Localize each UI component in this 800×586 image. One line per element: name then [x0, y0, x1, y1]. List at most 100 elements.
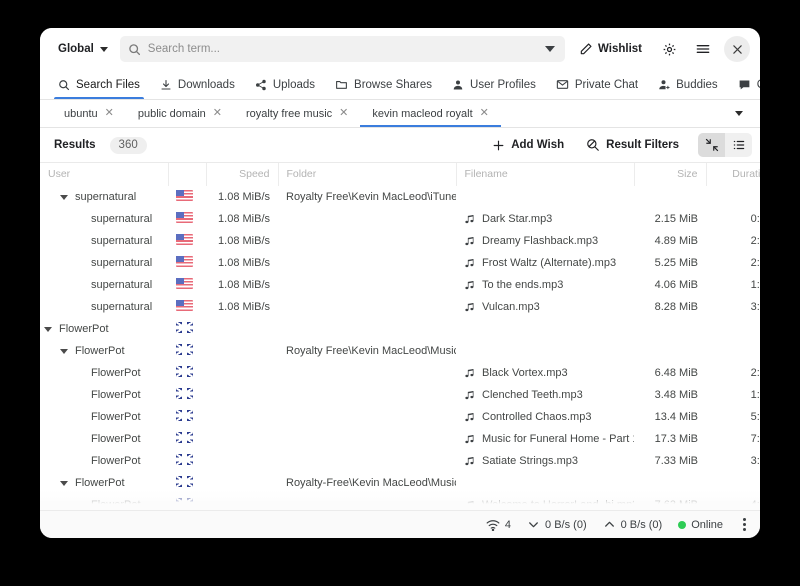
upload-rate-label: 0 B/s (0) [621, 519, 663, 531]
cell-speed [206, 384, 278, 406]
cell-folder [278, 296, 456, 318]
list-view-button[interactable] [725, 133, 752, 157]
cell-filename: Dreamy Flashback.mp3 [456, 230, 634, 252]
table-row[interactable]: FlowerPotRoyalty-Free\Kevin MacLeod\Musi… [40, 472, 760, 494]
table-row[interactable]: supernatural1.08 MiB/sDark Star.mp32.15 … [40, 208, 760, 230]
chevron-down-icon [527, 518, 540, 531]
pencil-icon [579, 42, 593, 56]
search-bar[interactable] [120, 36, 565, 62]
table-row[interactable]: FlowerPot [40, 318, 760, 340]
tab-chat-rooms[interactable]: Chat Rooms [728, 70, 760, 99]
tab-browse-shares[interactable]: Browse Shares [325, 70, 442, 99]
table-row[interactable]: FlowerPotClenched Teeth.mp33.48 MiB1:31 [40, 384, 760, 406]
file-name: Controlled Chaos.mp3 [482, 411, 591, 423]
cell-filename: Dark Star.mp3 [456, 208, 634, 230]
cell-duration [706, 340, 760, 362]
tab-user-profiles[interactable]: User Profiles [442, 70, 546, 99]
table-row[interactable]: supernatural1.08 MiB/sVulcan.mp38.28 MiB… [40, 296, 760, 318]
user-name: FlowerPot [91, 389, 141, 401]
close-icon[interactable]: ✕ [105, 108, 114, 119]
cell-country-flag [168, 494, 206, 510]
column-header-speed[interactable]: Speed [206, 163, 278, 186]
results-table: User Speed Folder Filename Size Duration… [40, 163, 760, 510]
cell-filename [456, 318, 634, 340]
search-tab-kevin-macleod-royalt[interactable]: kevin macleod royalt ✕ [360, 100, 501, 127]
collapse-all-button[interactable] [698, 133, 725, 157]
close-icon[interactable]: ✕ [339, 108, 348, 119]
cell-duration: 2:16 [706, 252, 760, 274]
user-name: FlowerPot [91, 367, 141, 379]
table-row[interactable]: FlowerPotBlack Vortex.mp36.48 MiB2:49 [40, 362, 760, 384]
results-label: Results [54, 139, 96, 151]
download-icon [160, 79, 172, 91]
connections-status[interactable]: 4 [486, 519, 511, 531]
result-filters-button[interactable]: Result Filters [579, 134, 686, 156]
cell-user: FlowerPot [40, 362, 168, 384]
column-header-folder[interactable]: Folder [278, 163, 456, 186]
cell-size: 7.33 MiB [634, 450, 706, 472]
status-menu-button[interactable] [739, 515, 750, 534]
settings-button[interactable] [656, 36, 682, 62]
table-row[interactable]: FlowerPotMusic for Funeral Home - Part 1… [40, 428, 760, 450]
connection-status[interactable]: Online [678, 519, 723, 531]
cell-speed [206, 340, 278, 362]
table-row[interactable]: FlowerPotWelcome to HorrorLand -hi.mp37.… [40, 494, 760, 510]
results-table-container[interactable]: User Speed Folder Filename Size Duration… [40, 162, 760, 510]
search-scope-selector[interactable]: Global [54, 39, 112, 59]
wishlist-button[interactable]: Wishlist [573, 38, 648, 60]
table-row[interactable]: supernatural1.08 MiB/sTo the ends.mp34.0… [40, 274, 760, 296]
search-tab-label: ubuntu [64, 108, 98, 120]
expander-triangle-icon[interactable] [44, 327, 52, 332]
dot [743, 523, 746, 526]
expander-triangle-icon[interactable] [60, 195, 68, 200]
expander-triangle-icon[interactable] [60, 349, 68, 354]
column-header-size[interactable]: Size [634, 163, 706, 186]
tab-private-chat[interactable]: Private Chat [546, 70, 648, 99]
main-menu-button[interactable] [690, 36, 716, 62]
expander-triangle-icon[interactable] [60, 481, 68, 486]
column-header-filename[interactable]: Filename [456, 163, 634, 186]
connections-count: 4 [505, 519, 511, 531]
cell-folder [278, 428, 456, 450]
tab-buddies[interactable]: Buddies [648, 70, 728, 99]
cell-size: 13.4 MiB [634, 406, 706, 428]
table-row[interactable]: FlowerPotRoyalty Free\Kevin MacLeod\Musi… [40, 340, 760, 362]
results-table-header: User Speed Folder Filename Size Duration [40, 163, 760, 186]
flag-us-icon [176, 278, 193, 289]
table-row[interactable]: FlowerPotControlled Chaos.mp313.4 MiB5:5… [40, 406, 760, 428]
tab-overflow-button[interactable] [726, 100, 752, 127]
cell-duration: 7:33 [706, 428, 760, 450]
tab-uploads[interactable]: Uploads [245, 70, 325, 99]
cell-folder: Royalty Free\Kevin MacLeod\Music\ [278, 340, 456, 362]
tab-label: Private Chat [575, 79, 638, 91]
add-wish-button[interactable]: Add Wish [485, 135, 571, 156]
search-tab-public-domain[interactable]: public domain ✕ [126, 100, 234, 127]
search-history-chevron-down-icon[interactable] [545, 46, 555, 52]
cell-folder [278, 252, 456, 274]
cell-user: supernatural [40, 208, 168, 230]
search-input[interactable] [148, 43, 538, 55]
cell-size [634, 340, 706, 362]
close-window-button[interactable] [724, 36, 750, 62]
column-header-duration[interactable]: Duration [706, 163, 760, 186]
table-row[interactable]: supernatural1.08 MiB/sFrost Waltz (Alter… [40, 252, 760, 274]
search-tab-label: kevin macleod royalt [372, 108, 472, 120]
cell-user: FlowerPot [40, 472, 168, 494]
download-rate-status[interactable]: 0 B/s (0) [527, 518, 587, 531]
table-row[interactable]: supernatural1.08 MiB/sDreamy Flashback.m… [40, 230, 760, 252]
cell-filename [456, 186, 634, 208]
close-icon[interactable]: ✕ [480, 108, 489, 119]
flag-gb-icon [176, 454, 193, 465]
tab-downloads[interactable]: Downloads [150, 70, 245, 99]
search-tab-ubuntu[interactable]: ubuntu ✕ [52, 100, 126, 127]
tab-search-files[interactable]: Search Files [48, 70, 150, 99]
column-header-flag[interactable] [168, 163, 206, 186]
search-tab-royalty-free-music[interactable]: royalty free music ✕ [234, 100, 360, 127]
close-icon[interactable]: ✕ [213, 108, 222, 119]
column-header-user[interactable]: User [40, 163, 168, 186]
tab-label: User Profiles [470, 79, 536, 91]
table-row[interactable]: supernatural1.08 MiB/sRoyalty Free\Kevin… [40, 186, 760, 208]
cell-country-flag [168, 252, 206, 274]
table-row[interactable]: FlowerPotSatiate Strings.mp37.33 MiB3:12 [40, 450, 760, 472]
upload-rate-status[interactable]: 0 B/s (0) [603, 518, 663, 531]
